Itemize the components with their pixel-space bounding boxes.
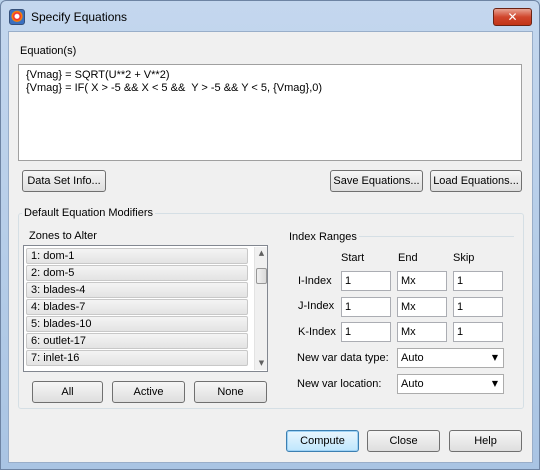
index-ranges-label: Index Ranges (289, 231, 357, 243)
start-column-header: Start (341, 252, 365, 264)
scroll-up-icon[interactable]: ▲ (255, 247, 268, 260)
close-button[interactable]: Close (367, 430, 440, 452)
zones-scrollbar[interactable]: ▲ ▼ (254, 247, 267, 370)
equation-line-1: {Vmag} = SQRT(U**2 + V**2) (26, 69, 170, 81)
k-index-end-input[interactable]: Mx (397, 322, 447, 342)
zone-item-1[interactable]: 1: dom-1 (26, 248, 248, 264)
k-index-skip-input[interactable]: 1 (453, 322, 503, 342)
default-equation-modifiers-title: Default Equation Modifiers (22, 207, 156, 219)
new-var-location-value: Auto (401, 378, 424, 390)
j-index-end-input[interactable]: Mx (397, 297, 447, 317)
new-var-location-label: New var location: (297, 378, 382, 390)
zone-item-4[interactable]: 4: blades-7 (26, 299, 248, 315)
j-index-start-input[interactable]: 1 (341, 297, 391, 317)
scroll-thumb[interactable] (256, 268, 267, 284)
chevron-down-icon: ▼ (491, 379, 498, 388)
zones-to-alter-label: Zones to Alter (29, 230, 97, 242)
zone-item-2[interactable]: 2: dom-5 (26, 265, 248, 281)
i-index-end-input[interactable]: Mx (397, 271, 447, 291)
new-var-data-type-select[interactable]: Auto ▼ (397, 348, 504, 368)
zone-item-5[interactable]: 5: blades-10 (26, 316, 248, 332)
equations-textarea[interactable]: {Vmag} = SQRT(U**2 + V**2) {Vmag} = IF( … (18, 64, 522, 161)
save-equations-button[interactable]: Save Equations... (330, 170, 423, 192)
zones-listbox[interactable]: 1: dom-1 2: dom-5 3: blades-4 4: blades-… (23, 245, 268, 372)
zone-item-6[interactable]: 6: outlet-17 (26, 333, 248, 349)
index-ranges-separator (359, 236, 514, 237)
window-close-button[interactable]: ✕ (493, 8, 532, 26)
load-equations-button[interactable]: Load Equations... (430, 170, 522, 192)
compute-button[interactable]: Compute (286, 430, 359, 452)
title-bar[interactable]: Specify Equations ✕ (1, 1, 539, 31)
equation-line-2: {Vmag} = IF( X > -5 && X < 5 && Y > -5 &… (26, 82, 323, 94)
window-title: Specify Equations (31, 10, 128, 24)
help-button[interactable]: Help (449, 430, 522, 452)
none-button[interactable]: None (194, 381, 267, 403)
app-icon (9, 9, 25, 25)
zone-item-7[interactable]: 7: inlet-16 (26, 350, 248, 366)
j-index-skip-input[interactable]: 1 (453, 297, 503, 317)
data-set-info-button[interactable]: Data Set Info... (22, 170, 106, 192)
new-var-location-select[interactable]: Auto ▼ (397, 374, 504, 394)
new-var-data-type-label: New var data type: (297, 352, 389, 364)
end-column-header: End (398, 252, 418, 264)
zone-item-3[interactable]: 3: blades-4 (26, 282, 248, 298)
dialog-body: Equation(s) {Vmag} = SQRT(U**2 + V**2) {… (8, 31, 533, 463)
new-var-data-type-value: Auto (401, 352, 424, 364)
k-index-label: K-Index (298, 326, 336, 338)
i-index-skip-input[interactable]: 1 (453, 271, 503, 291)
equations-label: Equation(s) (20, 45, 77, 57)
active-button[interactable]: Active (112, 381, 185, 403)
all-button[interactable]: All (32, 381, 103, 403)
i-index-label: I-Index (298, 275, 332, 287)
skip-column-header: Skip (453, 252, 475, 264)
specify-equations-dialog: Specify Equations ✕ Equation(s) {Vmag} =… (0, 0, 540, 470)
j-index-label: J-Index (298, 300, 335, 312)
i-index-start-input[interactable]: 1 (341, 271, 391, 291)
scroll-down-icon[interactable]: ▼ (255, 357, 268, 370)
chevron-down-icon: ▼ (491, 353, 498, 362)
k-index-start-input[interactable]: 1 (341, 322, 391, 342)
